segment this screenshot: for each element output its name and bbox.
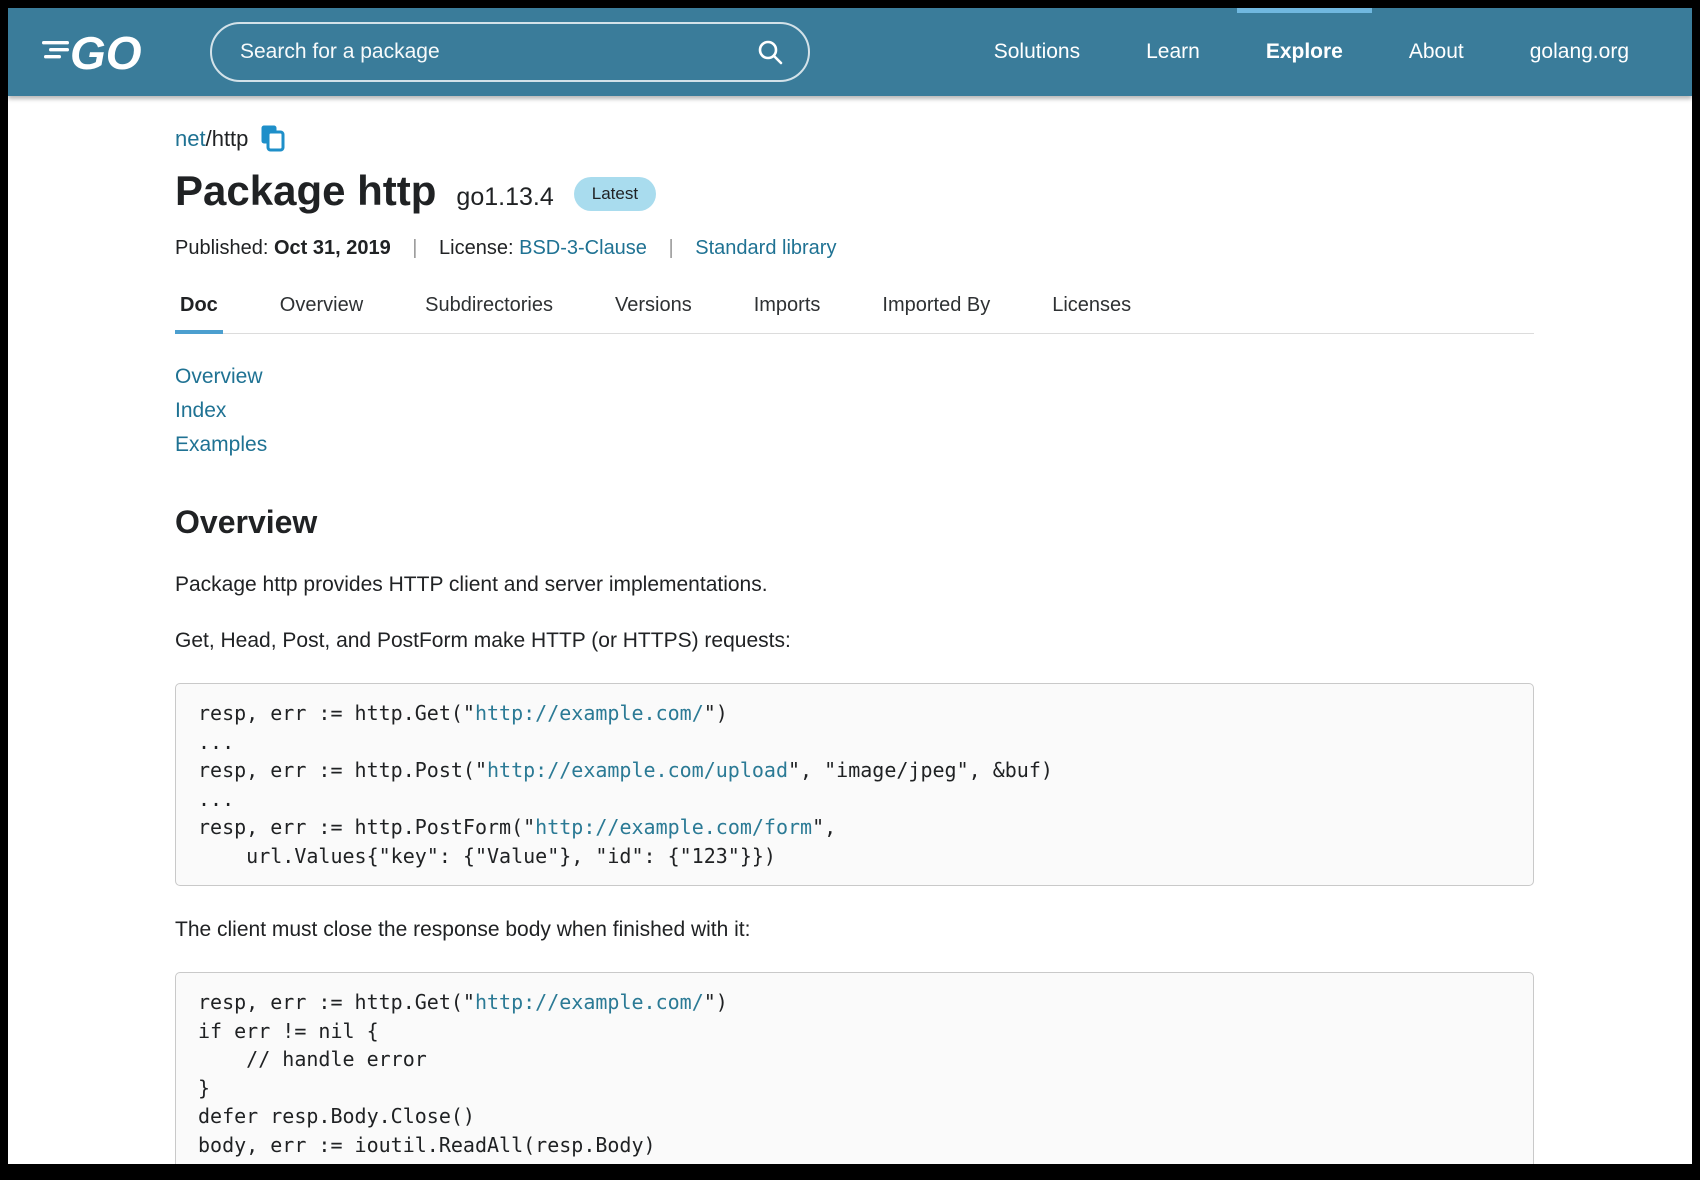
license-link[interactable]: BSD-3-Clause xyxy=(519,237,647,259)
tab-licenses[interactable]: Licenses xyxy=(1047,294,1136,333)
package-meta: Published: Oct 31, 2019 | License: BSD-3… xyxy=(175,237,1534,260)
page-title: Package http xyxy=(175,167,436,215)
doc-paragraph-1: Package http provides HTTP client and se… xyxy=(175,573,1534,597)
tab-imports[interactable]: Imports xyxy=(749,294,826,333)
breadcrumb-current: /http xyxy=(206,126,249,152)
tab-imported-by[interactable]: Imported By xyxy=(877,294,995,333)
go-logo-icon: GO xyxy=(42,26,154,78)
search-form xyxy=(210,22,810,82)
license-label: License: xyxy=(439,237,514,259)
latest-badge: Latest xyxy=(574,177,656,211)
doc-paragraph-2: Get, Head, Post, and PostForm make HTTP … xyxy=(175,629,1534,653)
go-logo[interactable]: GO xyxy=(42,8,154,96)
code-block-2: resp, err := http.Get("http://example.co… xyxy=(175,972,1534,1164)
package-version: go1.13.4 xyxy=(456,183,553,212)
meta-separator: | xyxy=(412,237,417,259)
nav-about[interactable]: About xyxy=(1376,8,1497,96)
toc-link-index[interactable]: Index xyxy=(175,394,226,428)
standard-library-link[interactable]: Standard library xyxy=(695,237,836,259)
page: GO Solutions Learn Explore About xyxy=(8,8,1692,1164)
toc-link-examples[interactable]: Examples xyxy=(175,428,267,462)
published-label: Published: xyxy=(175,237,268,259)
copy-path-button[interactable] xyxy=(260,124,286,153)
copy-icon xyxy=(260,124,286,153)
search-input[interactable] xyxy=(238,39,750,65)
breadcrumb-parent-link[interactable]: net xyxy=(175,126,206,152)
nav-golang-org[interactable]: golang.org xyxy=(1497,8,1662,96)
breadcrumb: net/http xyxy=(175,124,1534,153)
nav-explore[interactable]: Explore xyxy=(1233,8,1376,96)
section-heading-overview: Overview xyxy=(175,504,1534,541)
toc-link-overview[interactable]: Overview xyxy=(175,360,263,394)
meta-separator: | xyxy=(669,237,674,259)
nav-learn[interactable]: Learn xyxy=(1113,8,1233,96)
tab-versions[interactable]: Versions xyxy=(610,294,697,333)
tab-bar: Doc Overview Subdirectories Versions Imp… xyxy=(175,294,1534,334)
tab-subdirectories[interactable]: Subdirectories xyxy=(420,294,558,333)
content: net/http Package http go1.13.4 Latest Pu… xyxy=(8,96,1692,1164)
doc-paragraph-3: The client must close the response body … xyxy=(175,918,1534,942)
toc: Overview Index Examples xyxy=(175,360,1534,462)
main-nav: Solutions Learn Explore About golang.org xyxy=(961,8,1662,96)
title-row: Package http go1.13.4 Latest xyxy=(175,167,1534,215)
site-header: GO Solutions Learn Explore About xyxy=(8,8,1692,96)
search-icon xyxy=(756,38,784,66)
svg-text:GO: GO xyxy=(70,27,142,78)
code-block-1: resp, err := http.Get("http://example.co… xyxy=(175,683,1534,886)
nav-solutions[interactable]: Solutions xyxy=(961,8,1113,96)
search-button[interactable] xyxy=(750,34,790,70)
published-date: Oct 31, 2019 xyxy=(274,237,391,259)
tab-doc[interactable]: Doc xyxy=(175,294,223,333)
tab-overview[interactable]: Overview xyxy=(275,294,368,333)
